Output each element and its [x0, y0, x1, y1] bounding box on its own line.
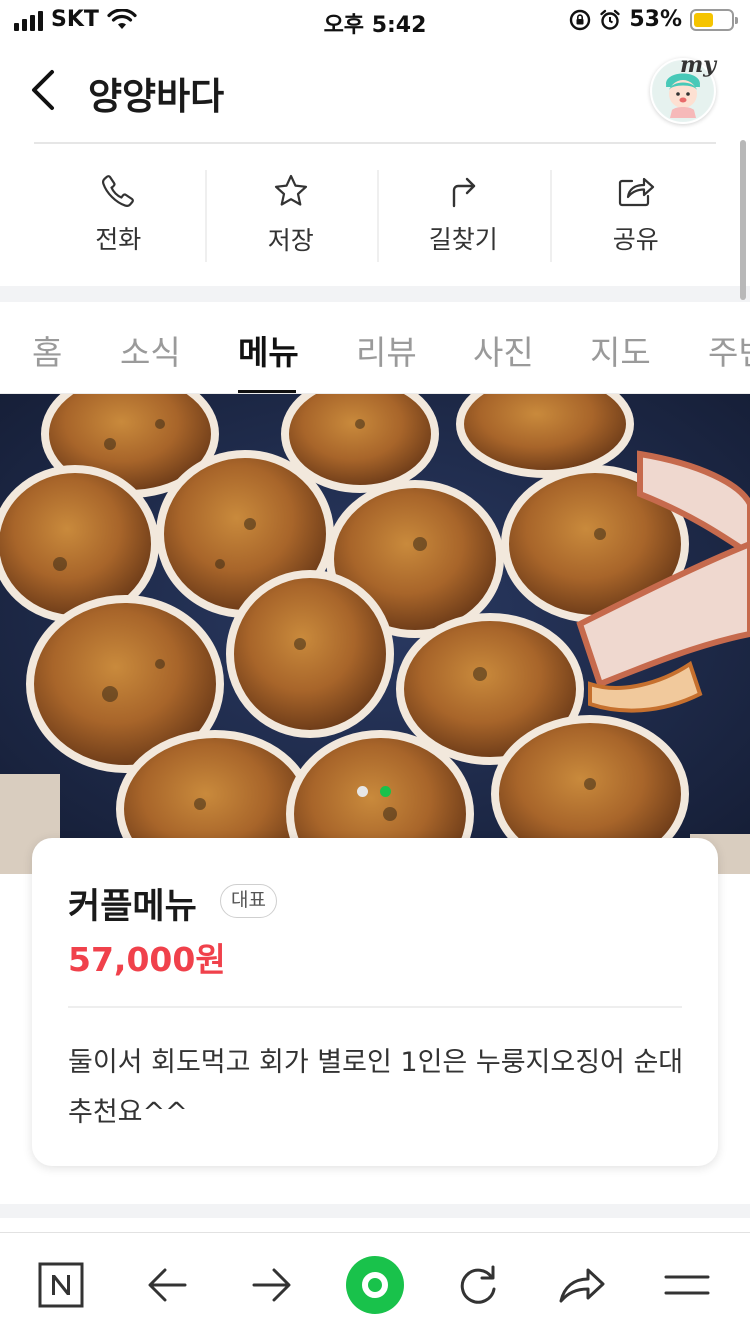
- menu-photo[interactable]: [0, 394, 750, 874]
- phone-icon: [102, 175, 135, 207]
- share-label: 공유: [612, 225, 659, 254]
- reload-icon: [460, 1265, 496, 1304]
- browser-toolbar: [0, 1232, 750, 1334]
- status-bar: SKT 오후 5:42 53%: [0, 0, 750, 40]
- scrollbar[interactable]: [740, 140, 746, 300]
- photo-pagination: [357, 786, 391, 797]
- tab-map[interactable]: 지도: [590, 326, 651, 374]
- menu-icon: [664, 1275, 710, 1295]
- menu-description: 둘이서 회도먹고 회가 별로인 1인은 누룽지오징어 순대 추천요^^: [68, 1047, 684, 1128]
- page-title: 양양바다: [88, 75, 225, 118]
- rotation-lock-icon: [570, 9, 591, 30]
- directions-label: 길찾기: [428, 225, 498, 254]
- menu-divider: [68, 1006, 682, 1008]
- back-arrow-icon: [148, 1268, 187, 1302]
- chevron-left-icon: [32, 70, 54, 110]
- pagination-dot[interactable]: [357, 786, 368, 797]
- naver-home-button[interactable]: [31, 1255, 91, 1315]
- tab-news[interactable]: 소식: [120, 326, 181, 374]
- reload-button[interactable]: [448, 1255, 508, 1315]
- back-button[interactable]: [22, 64, 70, 116]
- naver-home-icon: [38, 1262, 84, 1308]
- tab-photos[interactable]: 사진: [473, 326, 534, 374]
- battery-percent: 53%: [629, 7, 682, 32]
- menu-name: 커플메뉴: [68, 887, 197, 927]
- signature-badge: 대표: [220, 884, 277, 918]
- tab-menu[interactable]: 메뉴: [238, 326, 299, 374]
- back-nav-button[interactable]: [137, 1255, 197, 1315]
- menu-button[interactable]: [657, 1255, 717, 1315]
- share-icon: [618, 177, 654, 207]
- directions-icon: [453, 177, 476, 208]
- section-separator-bottom: [0, 1204, 750, 1218]
- share-arrow-icon: [559, 1268, 605, 1303]
- call-label: 전화: [95, 225, 142, 254]
- green-dot-button[interactable]: [345, 1255, 405, 1315]
- tab-reviews[interactable]: 리뷰: [356, 326, 417, 374]
- my-label: my: [679, 52, 716, 78]
- forward-arrow-icon: [252, 1268, 291, 1302]
- pagination-dot-active[interactable]: [380, 786, 391, 797]
- section-separator: [0, 286, 750, 302]
- directions-button[interactable]: 길찾기: [377, 160, 550, 270]
- menu-price: 57,000원: [68, 940, 226, 979]
- action-row: 전화 저장 길찾기 공유: [32, 160, 722, 270]
- share-page-button[interactable]: [552, 1255, 612, 1315]
- star-icon: [274, 174, 307, 206]
- header-divider: [34, 142, 716, 144]
- my-profile-button[interactable]: my: [650, 52, 716, 124]
- tab-home[interactable]: 홈: [32, 326, 62, 374]
- header: 양양바다 my: [0, 40, 750, 140]
- food-photo-image: [0, 394, 750, 874]
- alarm-icon: [600, 9, 621, 30]
- tab-nearby[interactable]: 주변: [708, 326, 750, 374]
- save-button[interactable]: 저장: [204, 160, 378, 270]
- save-label: 저장: [267, 226, 314, 255]
- green-circle-icon: [346, 1256, 404, 1314]
- share-button[interactable]: 공유: [549, 160, 723, 270]
- call-button[interactable]: 전화: [32, 160, 205, 270]
- menu-item-card[interactable]: 커플메뉴 대표 57,000원 둘이서 회도먹고 회가 별로인 1인은 누룽지오…: [32, 838, 718, 1166]
- tab-bar: 홈 소식 메뉴 리뷰 사진 지도 주변: [0, 302, 750, 394]
- battery-icon: [690, 8, 738, 31]
- forward-nav-button[interactable]: [242, 1255, 302, 1315]
